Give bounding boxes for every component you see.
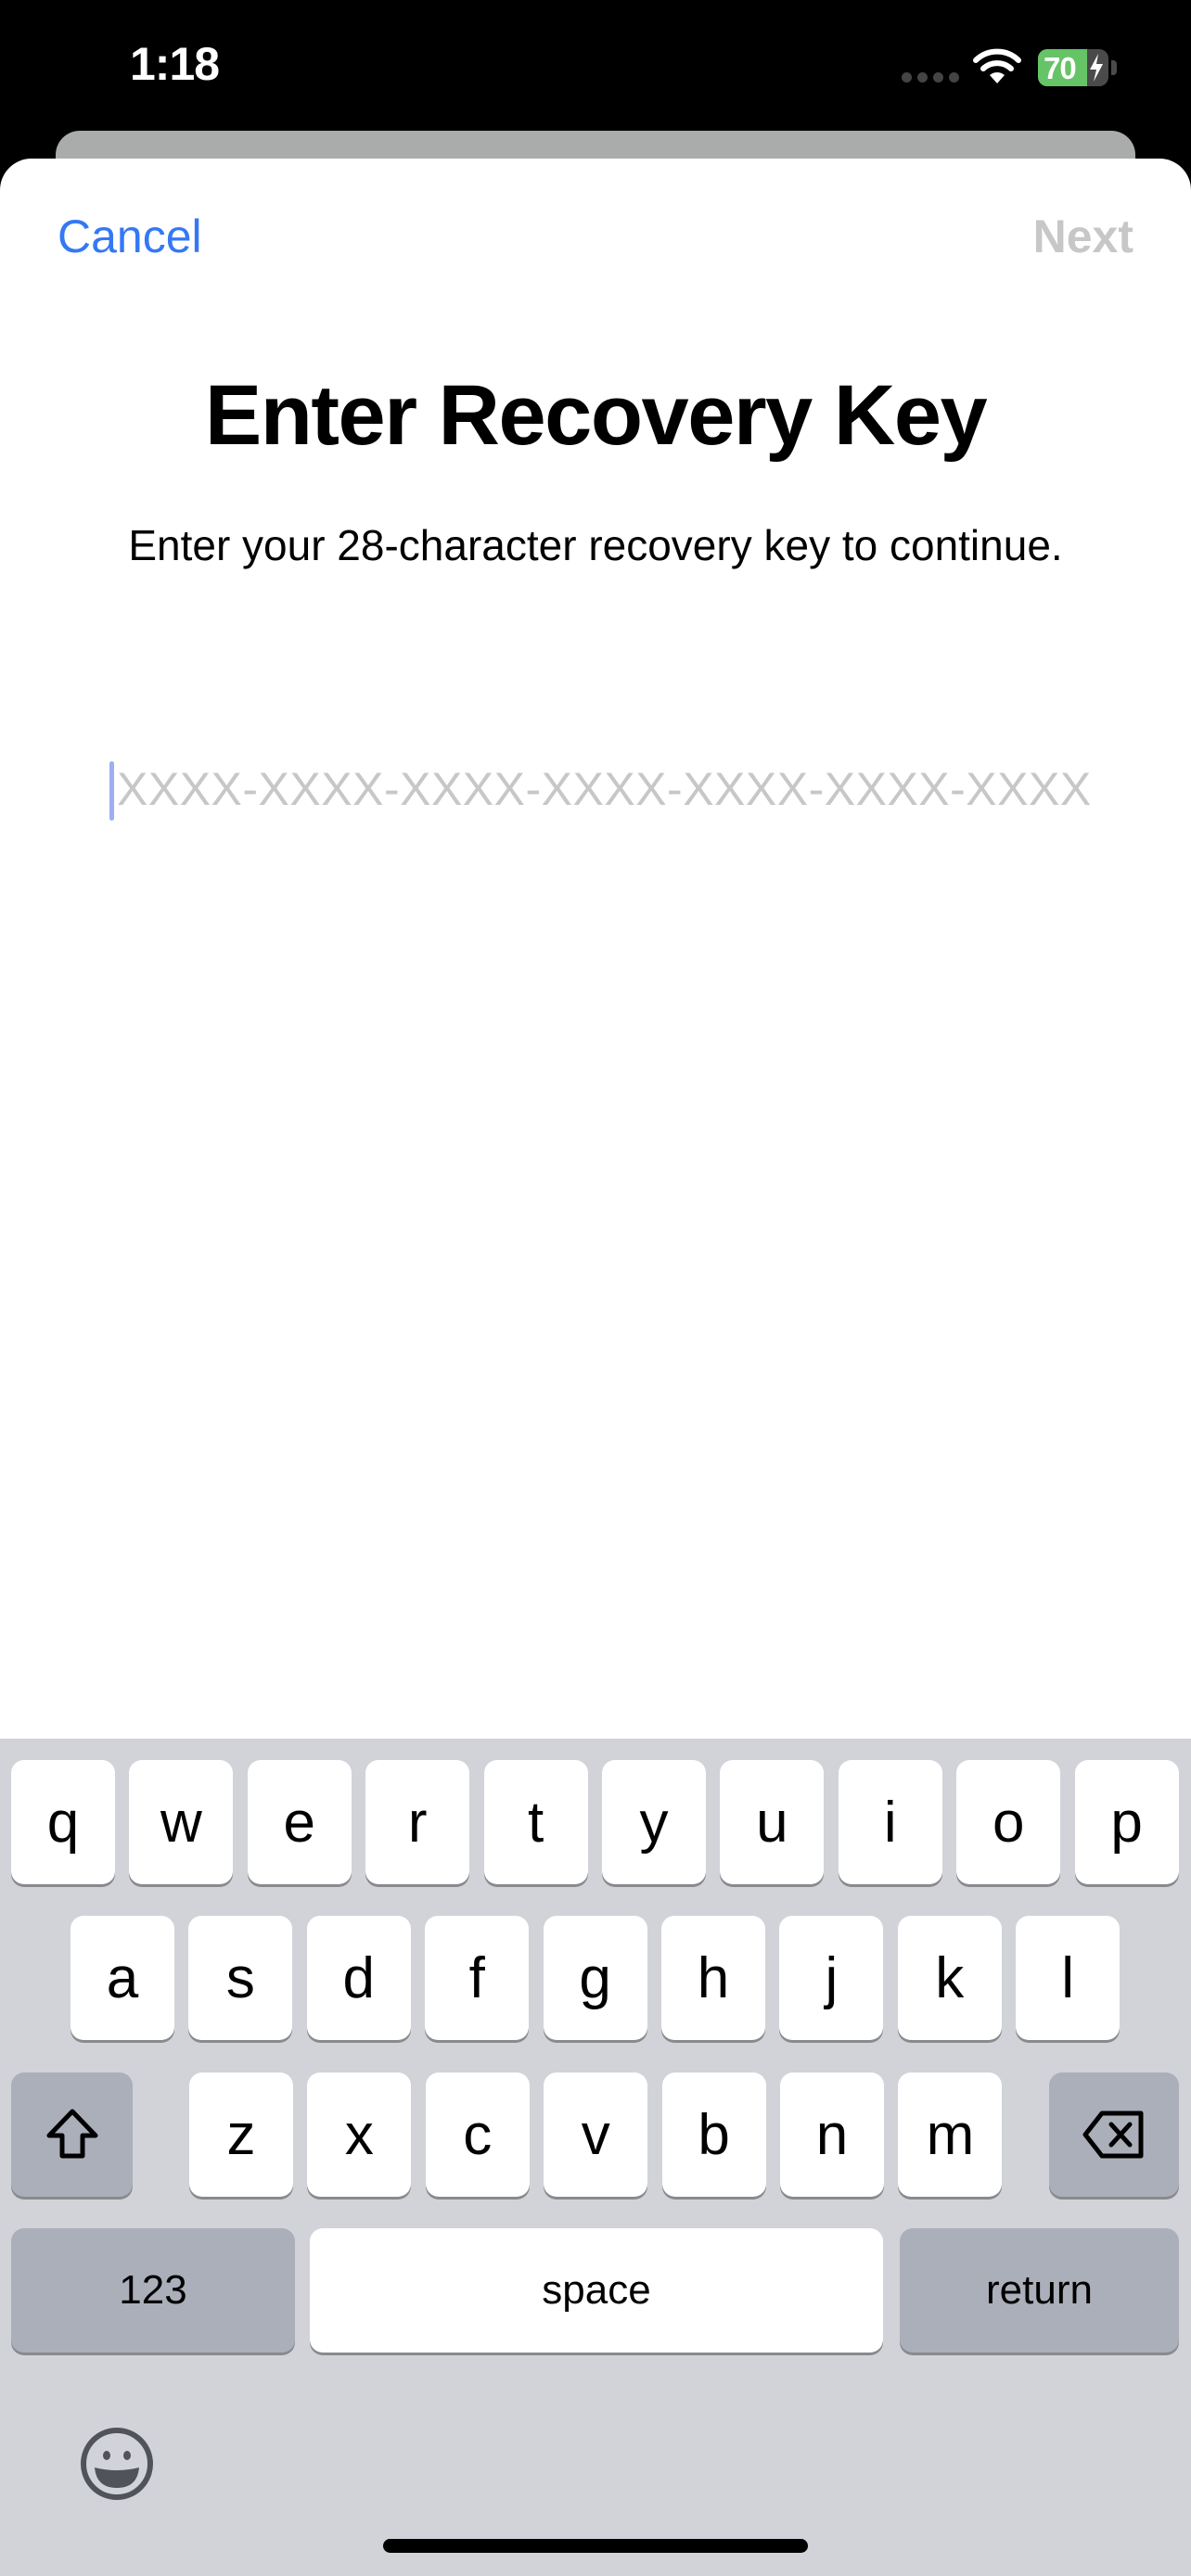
key-r[interactable]: r (365, 1760, 470, 1884)
battery-percent: 70 (1044, 51, 1077, 85)
key-u[interactable]: u (720, 1760, 825, 1884)
key-q[interactable]: q (11, 1760, 115, 1884)
status-time: 1:18 (130, 38, 220, 90)
page-subtitle: Enter your 28-character recovery key to … (128, 521, 1063, 569)
key-a[interactable]: a (70, 1916, 174, 2040)
return-key[interactable]: return (900, 2228, 1179, 2353)
key-l[interactable]: l (1016, 1916, 1121, 2040)
recovery-key-input[interactable] (117, 752, 1091, 826)
key-y[interactable]: y (602, 1760, 706, 1884)
key-s[interactable]: s (188, 1916, 293, 2040)
emoji-icon[interactable] (80, 2427, 154, 2501)
recovery-key-field[interactable] (109, 752, 1093, 826)
key-i[interactable]: i (838, 1760, 942, 1884)
battery-nub (1111, 60, 1117, 75)
key-f[interactable]: f (425, 1916, 530, 2040)
wifi-icon (973, 48, 1021, 83)
key-k[interactable]: k (897, 1916, 1002, 2040)
key-d[interactable]: d (306, 1916, 411, 2040)
key-v[interactable]: v (544, 2072, 648, 2197)
status-bar: 1:18 70 (0, 0, 1191, 130)
page-title: Enter Recovery Key (204, 368, 988, 463)
key-g[interactable]: g (543, 1916, 647, 2040)
cancel-button[interactable]: Cancel (58, 210, 202, 263)
keyboard: qwertyuiop asdfghjkl zxcvbnm 123 space r… (0, 1739, 1191, 2576)
key-w[interactable]: w (129, 1760, 234, 1884)
key-p[interactable]: p (1074, 1760, 1179, 1884)
key-c[interactable]: c (425, 2072, 530, 2197)
shift-key[interactable] (11, 2072, 133, 2197)
shift-icon (46, 2109, 97, 2159)
key-t[interactable]: t (483, 1760, 588, 1884)
key-n[interactable]: n (780, 2072, 884, 2197)
key-z[interactable]: z (189, 2072, 293, 2197)
key-j[interactable]: j (779, 1916, 884, 2040)
key-h[interactable]: h (661, 1916, 765, 2040)
key-m[interactable]: m (898, 2072, 1003, 2197)
charging-bolt-icon (1090, 54, 1103, 82)
delete-key[interactable] (1049, 2072, 1179, 2197)
delete-icon (1082, 2111, 1144, 2159)
home-indicator[interactable] (383, 2539, 808, 2553)
text-cursor (109, 761, 114, 821)
numbers-key[interactable]: 123 (11, 2228, 295, 2353)
key-o[interactable]: o (956, 1760, 1061, 1884)
signal-dots-icon (902, 72, 959, 83)
key-b[interactable]: b (661, 2072, 766, 2197)
key-e[interactable]: e (247, 1760, 352, 1884)
battery-icon: 70 (1038, 49, 1108, 86)
next-button[interactable]: Next (1033, 210, 1133, 263)
key-x[interactable]: x (307, 2072, 412, 2197)
space-key[interactable]: space (310, 2228, 883, 2353)
